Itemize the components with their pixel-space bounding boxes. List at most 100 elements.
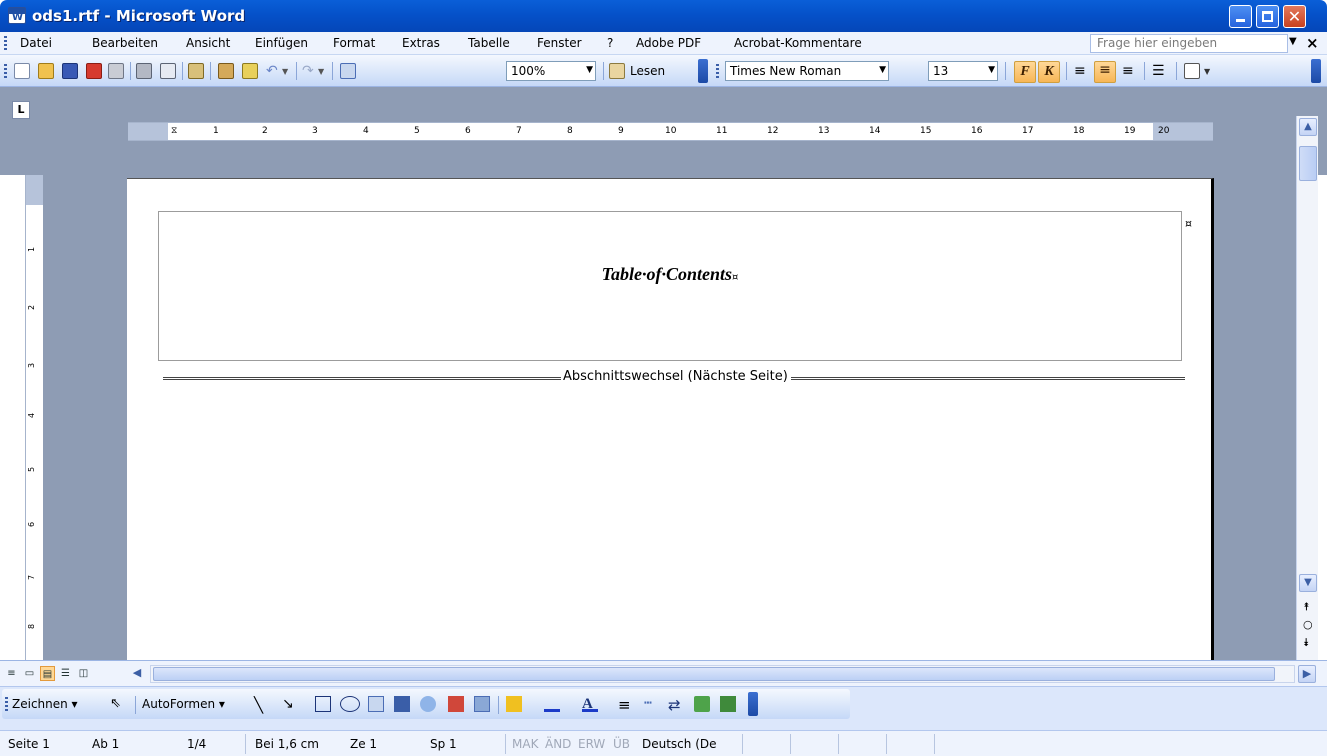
next-page-icon[interactable]: ⯯ — [1303, 636, 1310, 650]
bullet-list-icon[interactable]: ☰ — [1152, 63, 1168, 79]
status-track-changes[interactable]: ÄND — [545, 737, 571, 751]
format-toolbar-overflow-icon[interactable] — [1311, 59, 1321, 83]
paste-icon[interactable] — [218, 63, 234, 79]
format-painter-icon[interactable] — [242, 63, 258, 79]
new-document-icon[interactable] — [14, 63, 30, 79]
line-icon[interactable]: ╲ — [254, 696, 270, 714]
arrow-style-icon[interactable]: ⇄ — [668, 696, 684, 714]
print-icon[interactable] — [136, 63, 152, 79]
horizontal-ruler[interactable]: ⧖ 1 2 3 4 5 6 7 8 9 10 11 12 13 14 15 16… — [128, 122, 1213, 141]
horizontal-scrollbar[interactable]: ◀ ▶ — [133, 665, 1316, 683]
previous-page-icon[interactable]: ⯭ — [1303, 600, 1310, 614]
document-close-button[interactable]: × — [1306, 34, 1319, 52]
close-button[interactable]: ✕ — [1283, 5, 1306, 28]
oval-icon[interactable] — [340, 696, 360, 712]
document-page[interactable]: Table·of·Contents¤ ¤ Abschnittswechsel (… — [127, 178, 1214, 660]
browse-object-icon[interactable]: ○ — [1303, 618, 1313, 631]
scroll-left-button[interactable]: ◀ — [128, 665, 146, 683]
toolbar-overflow-icon[interactable] — [698, 59, 708, 83]
menu-datei[interactable]: Datei — [20, 36, 52, 50]
line-style-icon[interactable]: ≡ — [618, 696, 634, 714]
dash-style-icon[interactable]: ┅ — [644, 696, 660, 712]
diagram-icon[interactable] — [420, 696, 436, 712]
select-objects-icon[interactable]: ⇖ — [110, 696, 126, 712]
autoshapes-button[interactable]: AutoFormen ▾ — [142, 697, 225, 711]
redo-icon[interactable]: ↷ — [302, 63, 318, 79]
font-name-select[interactable]: Times New Roman ▼ — [725, 61, 889, 81]
menu-ansicht[interactable]: Ansicht — [186, 36, 230, 50]
bold-button[interactable]: F — [1014, 61, 1036, 83]
maximize-button[interactable] — [1256, 5, 1279, 28]
border-dropdown-icon[interactable]: ▼ — [1204, 67, 1220, 83]
toolbar-grip[interactable] — [4, 64, 7, 78]
rectangle-icon[interactable] — [315, 696, 331, 712]
menu-einfuegen[interactable]: Einfügen — [255, 36, 308, 50]
permission-icon[interactable] — [108, 63, 124, 79]
vertical-ruler[interactable]: 1 2 3 4 5 6 7 8 — [25, 175, 43, 660]
font-color-icon[interactable]: A — [582, 696, 598, 712]
status-language[interactable]: Deutsch (De — [642, 737, 717, 751]
help-search-input[interactable]: Frage hier eingeben — [1090, 34, 1288, 53]
fill-color-icon[interactable] — [506, 696, 522, 712]
word-app-icon[interactable] — [8, 7, 26, 24]
menu-acrobat-kommentare[interactable]: Acrobat-Kommentare — [734, 36, 862, 50]
menu-tabelle[interactable]: Tabelle — [468, 36, 510, 50]
textbox-icon[interactable] — [368, 696, 384, 712]
line-color-icon[interactable] — [544, 696, 560, 712]
menu-help[interactable]: ? — [607, 36, 613, 50]
indent-marker-icon[interactable]: ⧖ — [171, 126, 177, 136]
minimize-button[interactable] — [1229, 5, 1252, 28]
open-folder-icon[interactable] — [38, 63, 54, 79]
outline-view-icon[interactable]: ☰ — [58, 666, 73, 681]
status-overtype[interactable]: ÜB — [613, 737, 630, 751]
arrow-icon[interactable]: ↘ — [282, 696, 298, 712]
menu-fenster[interactable]: Fenster — [537, 36, 582, 50]
save-icon[interactable] — [62, 63, 78, 79]
scroll-up-button[interactable]: ▲ — [1299, 118, 1317, 136]
document-map-icon[interactable] — [340, 63, 356, 79]
undo-icon[interactable]: ↶ — [266, 63, 282, 79]
italic-button[interactable]: K — [1038, 61, 1060, 83]
normal-view-icon[interactable]: ≡ — [4, 666, 19, 681]
horizontal-scroll-thumb[interactable] — [153, 667, 1275, 681]
shadow-style-icon[interactable] — [694, 696, 710, 712]
menu-adobe-pdf[interactable]: Adobe PDF — [636, 36, 701, 50]
scroll-down-button[interactable]: ▼ — [1299, 574, 1317, 592]
help-dropdown-icon[interactable]: ▼ — [1289, 36, 1297, 47]
clipart-icon[interactable] — [448, 696, 464, 712]
menubar-grip[interactable] — [4, 36, 7, 50]
border-icon[interactable] — [1184, 63, 1200, 79]
status-macro-record[interactable]: MAK — [512, 737, 538, 751]
vertical-scroll-thumb[interactable] — [1299, 146, 1317, 181]
menu-bearbeiten[interactable]: Bearbeiten — [92, 36, 158, 50]
heading-table-cell[interactable]: Table·of·Contents¤ — [158, 211, 1182, 361]
vertical-scrollbar[interactable]: ▲ ▼ ⯭ ○ ⯯ — [1296, 116, 1318, 660]
section-break[interactable]: Abschnittswechsel (Nächste Seite) — [163, 369, 1185, 384]
pdf-icon[interactable] — [86, 63, 102, 79]
justify-icon[interactable]: ≡ — [1122, 63, 1138, 79]
3d-style-icon[interactable] — [720, 696, 736, 712]
drawbar-grip[interactable] — [5, 697, 8, 711]
web-layout-icon[interactable]: ▭ — [22, 666, 37, 681]
reading-layout-icon[interactable]: ◫ — [76, 666, 91, 681]
read-mode-button[interactable]: Lesen — [630, 64, 665, 78]
zoom-select[interactable]: 100% ▼ — [506, 61, 596, 81]
menu-extras[interactable]: Extras — [402, 36, 440, 50]
font-size-select[interactable]: 13 ▼ — [928, 61, 998, 81]
align-center-icon[interactable]: ≡ — [1094, 61, 1116, 83]
insert-picture-icon[interactable] — [474, 696, 490, 712]
print-layout-icon[interactable]: ▤ — [40, 666, 55, 681]
read-book-icon[interactable] — [609, 63, 625, 79]
format-toolbar-grip[interactable] — [716, 64, 719, 78]
print-preview-icon[interactable] — [160, 63, 176, 79]
menu-format[interactable]: Format — [333, 36, 375, 50]
toc-heading[interactable]: Table·of·Contents¤ — [159, 264, 1181, 285]
scroll-right-button[interactable]: ▶ — [1298, 665, 1316, 683]
draw-menu-button[interactable]: Zeichnen ▾ — [12, 697, 78, 711]
research-icon[interactable] — [188, 63, 204, 79]
drawbar-overflow-icon[interactable] — [748, 692, 758, 716]
tab-selector[interactable]: L — [12, 101, 30, 119]
status-extend[interactable]: ERW — [578, 737, 605, 751]
align-left-icon[interactable]: ≡ — [1074, 63, 1090, 79]
wordart-icon[interactable] — [394, 696, 410, 712]
